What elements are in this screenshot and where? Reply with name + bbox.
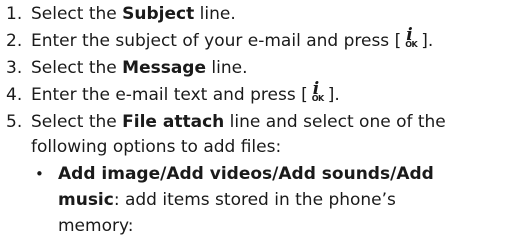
step-number: 2. — [6, 31, 23, 51]
step-5-continuation: following options to add files: — [31, 137, 282, 157]
ok-key-icon: i OK — [403, 27, 419, 49]
step-text-end: ]. — [327, 85, 340, 105]
add-videos-term: Add videos — [166, 164, 273, 184]
step-4: 4. Enter the e-mail text and press [i OK]. — [6, 81, 498, 108]
step-text: Select the — [31, 58, 123, 78]
step-number: 5. — [6, 112, 23, 132]
step-text-end: ]. — [421, 31, 434, 51]
step-1: 1. Select the Subject line. — [6, 1, 498, 27]
add-music-term-start: Add — [396, 164, 434, 184]
step-text: Enter the subject of your e-mail and pre… — [31, 31, 402, 51]
step-2: 2. Enter the subject of your e-mail and p… — [6, 27, 498, 54]
ok-key-label: OK — [405, 40, 418, 49]
bullet-line-2: music: add items stored in the phone’s — [58, 187, 396, 213]
ok-key-icon: i OK — [310, 81, 326, 103]
step-3: 3. Select the Message line. — [6, 55, 498, 81]
step-text: Enter the e-mail text and press [ — [31, 85, 308, 105]
instruction-list: 1. Select the Subject line. 2. Enter the s… — [0, 0, 505, 244]
step-text-end: line. — [194, 4, 236, 24]
bullet-line-1: Add image/Add videos/Add sounds/Add — [58, 161, 434, 187]
step-number: 4. — [6, 85, 23, 105]
bullet-description: : add items stored in the phone’s — [113, 190, 396, 210]
ok-key-label: OK — [311, 94, 325, 103]
bullet-mark: • — [35, 165, 44, 183]
file-attach-term: File attach — [122, 112, 225, 132]
step-text: Select the — [31, 4, 123, 24]
step-text-end: line and select one of the — [224, 112, 446, 132]
bullet-line-3: memory: — [58, 216, 134, 236]
step-text-end: line. — [206, 58, 248, 78]
subject-term: Subject — [122, 4, 195, 24]
add-sounds-term: Add sounds — [278, 164, 391, 184]
add-image-term: Add image — [58, 164, 161, 184]
message-term: Message — [122, 58, 207, 78]
step-number: 1. — [6, 4, 23, 24]
add-music-term-end: music — [58, 190, 114, 210]
step-number: 3. — [6, 58, 23, 78]
step-text: Select the — [31, 112, 123, 132]
step-5: 5. Select the File attach line and select… — [6, 109, 498, 135]
